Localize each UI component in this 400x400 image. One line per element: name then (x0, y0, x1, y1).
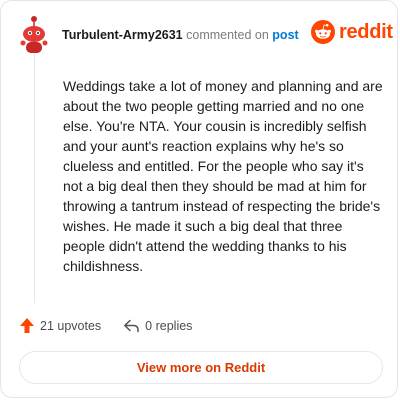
comment-footer: 21 upvotes 0 replies (19, 317, 192, 334)
commented-on-label: commented on (186, 28, 269, 42)
upvote-count: 21 upvotes (40, 318, 102, 333)
user-avatar[interactable] (15, 13, 53, 55)
reddit-wordmark: reddit (339, 20, 393, 43)
username[interactable]: Turbulent-Army2631 (62, 28, 183, 42)
view-more-button[interactable]: View more on Reddit (19, 351, 383, 384)
upvote-arrow-icon (20, 318, 34, 333)
comment-header: Turbulent-Army2631 commented on post (62, 28, 299, 42)
reddit-logo[interactable]: reddit (311, 20, 393, 44)
post-link[interactable]: post (272, 28, 298, 42)
reply-button[interactable]: 0 replies (123, 319, 192, 333)
comment-body: Weddings take a lot of money and plannin… (63, 78, 383, 274)
thread-line (34, 53, 35, 303)
reddit-comment-card: Turbulent-Army2631 commented on post red… (0, 0, 398, 398)
reply-arrow-icon (124, 319, 139, 332)
reply-count: 0 replies (145, 318, 193, 333)
upvote-button[interactable]: 21 upvotes (19, 317, 101, 334)
reddit-snoo-icon (311, 20, 335, 44)
